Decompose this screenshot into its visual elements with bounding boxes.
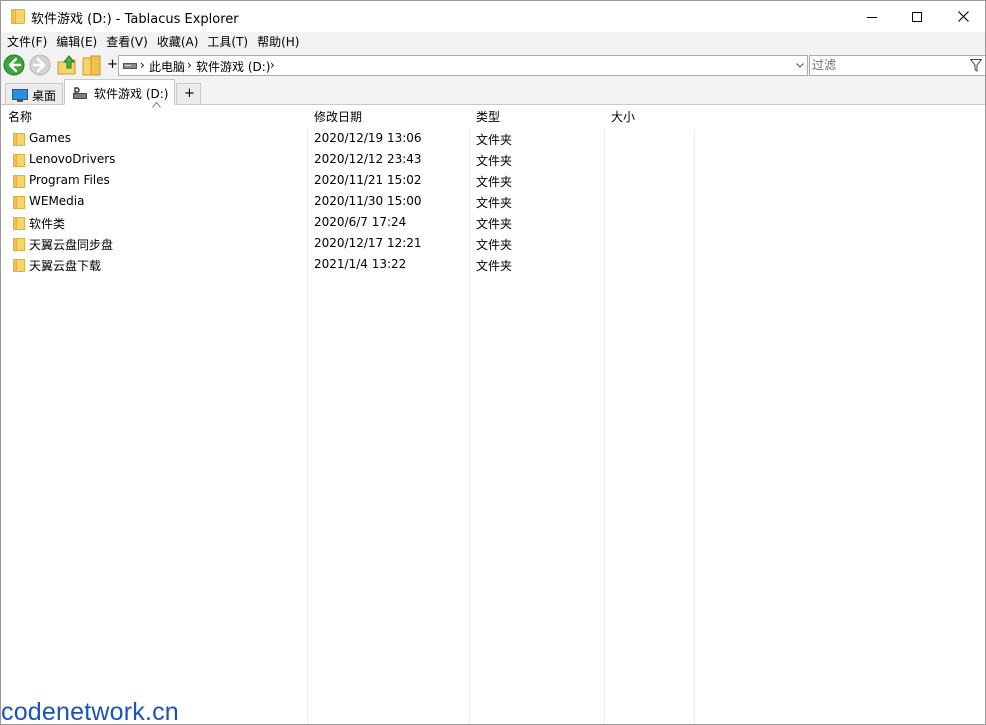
- filter-funnel-icon[interactable]: [970, 59, 982, 72]
- folder-icon: [13, 154, 25, 167]
- menu-help[interactable]: 帮助(H): [253, 32, 303, 52]
- up-folder-icon[interactable]: [56, 54, 78, 76]
- file-type: 文件夹: [476, 259, 513, 273]
- close-icon: [957, 11, 969, 22]
- desktop-icon: [12, 89, 28, 102]
- maximize-icon: [912, 11, 922, 22]
- file-modified: 2020/12/17 12:21: [314, 236, 422, 250]
- column-header-label: 名称: [8, 110, 33, 124]
- file-type: 文件夹: [476, 175, 513, 189]
- folder-icon: [13, 217, 25, 230]
- file-modified: 2020/11/30 15:00: [314, 194, 422, 208]
- minimize-icon: [867, 16, 877, 18]
- tab-label: 桌面: [32, 89, 57, 103]
- file-name: Games: [29, 131, 71, 145]
- new-tab-plus[interactable]: +: [107, 57, 118, 72]
- column-header-name[interactable]: 名称: [2, 102, 307, 129]
- file-name: Program Files: [29, 173, 110, 187]
- file-type: 文件夹: [476, 154, 513, 168]
- column-header-size[interactable]: 大小: [605, 105, 694, 129]
- file-name: 天翼云盘下载: [29, 259, 102, 273]
- tab-label: 软件游戏 (D:): [94, 87, 169, 101]
- file-type: 文件夹: [476, 238, 513, 252]
- list-item[interactable]: 天翼云盘下载 2021/1/4 13:22 文件夹: [1, 255, 695, 276]
- folder-icon: [13, 133, 25, 146]
- list-item[interactable]: 天翼云盘同步盘 2020/12/17 12:21 文件夹: [1, 234, 695, 255]
- drive-icon: [73, 87, 87, 99]
- list-item[interactable]: Games 2020/12/19 13:06 文件夹: [1, 129, 695, 150]
- address-bar[interactable]: › 此电脑 › 软件游戏 (D:) ›: [118, 55, 808, 76]
- new-tab-button[interactable]: +: [176, 83, 201, 104]
- list-item[interactable]: 软件类 2020/6/7 17:24 文件夹: [1, 213, 695, 234]
- tab-desktop[interactable]: 桌面: [5, 83, 63, 104]
- folder-icon: [13, 238, 25, 251]
- chevron-right-icon[interactable]: ›: [140, 58, 145, 72]
- menu-tools[interactable]: 工具(T): [203, 32, 252, 52]
- file-name: 软件类: [29, 217, 66, 231]
- back-arrow-icon[interactable]: [3, 54, 25, 76]
- chevron-down-icon: [796, 63, 804, 68]
- file-name: LenovoDrivers: [29, 152, 116, 166]
- drive-icon: [123, 63, 137, 69]
- file-modified: 2021/1/4 13:22: [314, 257, 407, 271]
- list-item[interactable]: Program Files 2020/11/21 15:02 文件夹: [1, 171, 695, 192]
- menu-favorites[interactable]: 收藏(A): [153, 32, 203, 52]
- file-type: 文件夹: [476, 217, 513, 231]
- list-item[interactable]: LenovoDrivers 2020/12/12 23:43 文件夹: [1, 150, 695, 171]
- filter-input[interactable]: [812, 57, 962, 73]
- list-header: 名称 修改日期 类型 大小: [1, 102, 985, 129]
- plus-icon: +: [184, 86, 195, 101]
- address-dropdown-button[interactable]: [793, 56, 807, 75]
- filter-box[interactable]: [809, 55, 985, 76]
- folder-icon: [13, 196, 25, 209]
- file-type: 文件夹: [476, 196, 513, 210]
- file-name: WEMedia: [29, 194, 85, 208]
- watermark-text: codenetwork.cn: [1, 698, 179, 725]
- minimize-button[interactable]: [849, 1, 895, 32]
- column-header-label: 修改日期: [314, 110, 363, 124]
- close-button[interactable]: [940, 1, 985, 32]
- sort-ascending-icon: [152, 102, 161, 108]
- file-modified: 2020/11/21 15:02: [314, 173, 422, 187]
- column-header-label: 大小: [611, 110, 636, 124]
- menu-file[interactable]: 文件(F): [3, 32, 51, 52]
- column-header-modified[interactable]: 修改日期: [308, 105, 469, 129]
- folder-icon: [11, 9, 25, 24]
- title-bar[interactable]: 软件游戏 (D:) - Tablacus Explorer: [1, 1, 985, 32]
- folder-icon: [13, 175, 25, 188]
- column-header-type[interactable]: 类型: [470, 105, 604, 129]
- file-name: 天翼云盘同步盘: [29, 238, 114, 252]
- file-modified: 2020/6/7 17:24: [314, 215, 407, 229]
- folder-icon: [13, 259, 25, 272]
- tab-strip: 桌面 软件游戏 (D:) +: [1, 79, 985, 105]
- list-item[interactable]: WEMedia 2020/11/30 15:00 文件夹: [1, 192, 695, 213]
- menu-bar: 文件(F) 编辑(E) 查看(V) 收藏(A) 工具(T) 帮助(H): [1, 32, 985, 52]
- folders-icon[interactable]: [81, 54, 103, 76]
- toolbar: + › 此电脑 › 软件游戏 (D:) ›: [1, 52, 985, 79]
- window-title: 软件游戏 (D:) - Tablacus Explorer: [31, 12, 239, 27]
- file-modified: 2020/12/12 23:43: [314, 152, 422, 166]
- maximize-button[interactable]: [894, 1, 940, 32]
- file-modified: 2020/12/19 13:06: [314, 131, 422, 145]
- file-type: 文件夹: [476, 133, 513, 147]
- breadcrumb-drive[interactable]: 软件游戏 (D:): [196, 58, 270, 75]
- chevron-right-icon[interactable]: ›: [187, 58, 192, 72]
- chevron-right-icon[interactable]: ›: [270, 58, 275, 72]
- column-header-label: 类型: [476, 110, 501, 124]
- breadcrumb-this-pc[interactable]: 此电脑: [149, 58, 185, 75]
- forward-arrow-icon[interactable]: [29, 54, 51, 76]
- menu-view[interactable]: 查看(V): [102, 32, 152, 52]
- menu-edit[interactable]: 编辑(E): [52, 32, 101, 52]
- explorer-window: 软件游戏 (D:) - Tablacus Explorer 文件(F) 编辑(E…: [0, 0, 986, 725]
